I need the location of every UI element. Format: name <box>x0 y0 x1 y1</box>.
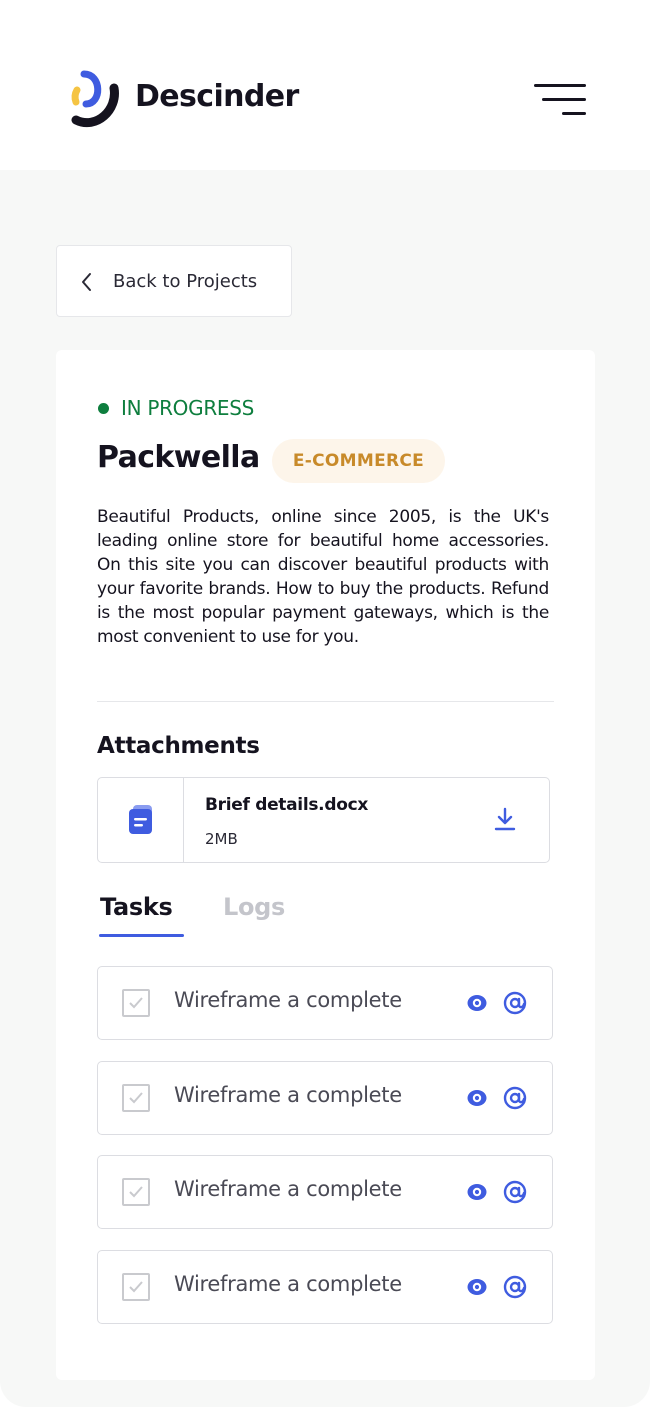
brand-name: Descinder <box>135 79 299 114</box>
task-label: Wireframe a complete <box>174 988 402 1012</box>
document-icon <box>129 805 152 834</box>
descinder-logo[interactable] <box>68 68 126 128</box>
task-checkbox[interactable] <box>122 1178 150 1206</box>
task-label: Wireframe a complete <box>174 1177 402 1201</box>
eye-icon[interactable] <box>466 1277 488 1297</box>
task-item[interactable]: Wireframe a complete <box>97 1155 553 1229</box>
app-header: Descinder <box>0 0 650 170</box>
eye-icon[interactable] <box>466 1088 488 1108</box>
attachment-icon-cell <box>98 778 184 862</box>
task-checkbox[interactable] <box>122 989 150 1017</box>
divider <box>97 701 554 702</box>
project-title: Packwella <box>97 440 260 475</box>
chevron-left-icon <box>82 273 91 291</box>
back-button-label: Back to Projects <box>113 271 258 292</box>
task-item[interactable]: Wireframe a complete <box>97 1061 553 1135</box>
category-badge: E-COMMERCE <box>272 439 445 483</box>
status-text: IN PROGRESS <box>121 396 255 420</box>
task-label: Wireframe a complete <box>174 1272 402 1296</box>
hamburger-menu-icon[interactable] <box>534 82 586 118</box>
checkmark-icon <box>129 997 143 1009</box>
mention-icon[interactable] <box>503 1275 527 1299</box>
eye-icon[interactable] <box>466 993 488 1013</box>
task-item[interactable]: Wireframe a complete <box>97 966 553 1040</box>
task-checkbox[interactable] <box>122 1273 150 1301</box>
eye-icon[interactable] <box>466 1182 488 1202</box>
active-tab-indicator <box>99 934 184 937</box>
attachment-filename: Brief details.docx <box>205 795 369 815</box>
mention-icon[interactable] <box>503 1086 527 1110</box>
checkmark-icon <box>129 1186 143 1198</box>
status-dot-icon <box>98 403 109 414</box>
task-label: Wireframe a complete <box>174 1083 402 1107</box>
mention-icon[interactable] <box>503 1180 527 1204</box>
back-to-projects-button[interactable]: Back to Projects <box>56 245 292 317</box>
task-checkbox[interactable] <box>122 1084 150 1112</box>
attachment-filesize: 2MB <box>205 830 238 848</box>
task-item[interactable]: Wireframe a complete <box>97 1250 553 1324</box>
attachment-item[interactable]: Brief details.docx 2MB <box>97 777 550 863</box>
checkmark-icon <box>129 1092 143 1104</box>
mention-icon[interactable] <box>503 991 527 1015</box>
tab-tasks[interactable]: Tasks <box>100 893 173 921</box>
attachments-heading: Attachments <box>97 733 260 759</box>
download-icon[interactable] <box>494 807 516 833</box>
tab-logs[interactable]: Logs <box>223 893 285 921</box>
checkmark-icon <box>129 1281 143 1293</box>
project-description: Beautiful Products, online since 2005, i… <box>97 507 549 647</box>
